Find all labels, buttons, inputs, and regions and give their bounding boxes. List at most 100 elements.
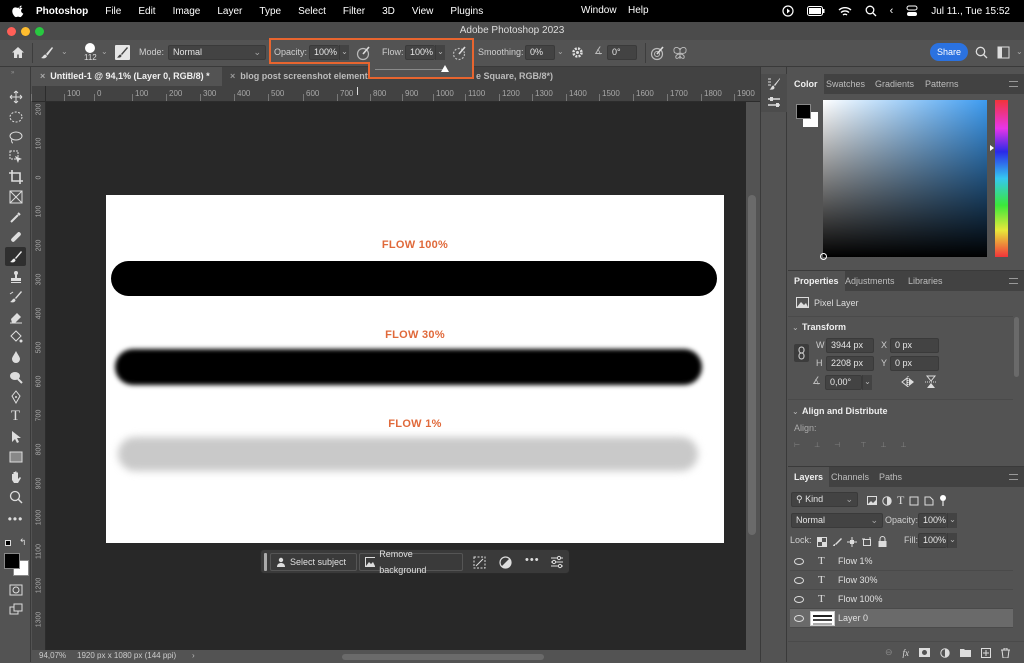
home-icon[interactable] xyxy=(11,46,25,59)
color-picker-cursor[interactable] xyxy=(820,253,827,260)
lock-transparent-icon[interactable] xyxy=(817,536,827,547)
brush-settings-panel-icon[interactable] xyxy=(767,77,781,90)
brush-tool-icon[interactable] xyxy=(40,46,54,60)
filter-smart-object-icon[interactable] xyxy=(924,496,934,506)
lock-pixels-icon[interactable] xyxy=(832,537,842,547)
brush-preview-icon[interactable] xyxy=(85,43,95,53)
flip-vertical-icon[interactable] xyxy=(925,375,937,389)
paint-bucket-tool[interactable] xyxy=(5,327,26,346)
gear-icon[interactable] xyxy=(571,46,584,59)
brush-size-value[interactable]: 112 xyxy=(84,53,97,62)
eyedropper-tool[interactable] xyxy=(5,207,26,226)
menu-edit[interactable]: Edit xyxy=(138,6,155,17)
menu-3d[interactable]: 3D xyxy=(382,6,395,17)
tab-color[interactable]: Color xyxy=(788,74,824,94)
foreground-color-chip[interactable] xyxy=(796,104,811,119)
status-expand-icon[interactable]: › xyxy=(192,650,195,662)
brush-angle-input[interactable]: 0° xyxy=(607,45,637,60)
workspace-icon[interactable] xyxy=(997,46,1010,59)
delete-layer-icon[interactable] xyxy=(1001,647,1010,658)
screen-mode-button[interactable] xyxy=(5,600,26,619)
tab-swatches[interactable]: Swatches xyxy=(820,74,871,94)
document-canvas[interactable]: FLOW 100% FLOW 30% FLOW 1% xyxy=(106,195,724,543)
menu-plugins[interactable]: Plugins xyxy=(450,6,483,17)
properties-scrollbar[interactable] xyxy=(1014,317,1019,377)
link-dimensions-button[interactable] xyxy=(794,344,809,362)
menu-filter[interactable]: Filter xyxy=(343,6,365,17)
layer-row-flow-30[interactable]: T Flow 30% xyxy=(790,571,1013,590)
more-options-icon[interactable]: ••• xyxy=(525,554,540,566)
fill-dropdown[interactable]: ⌄ xyxy=(947,533,957,548)
align-bottom-icon[interactable]: ⊥ xyxy=(901,441,907,449)
rotation-dropdown[interactable]: ⌄ xyxy=(862,375,872,390)
dodge-tool[interactable] xyxy=(5,367,26,386)
layer-row-layer-0[interactable]: Layer 0 xyxy=(790,609,1013,628)
document-info[interactable]: 1920 px x 1080 px (144 ppi) xyxy=(77,650,176,662)
lock-artboard-icon[interactable] xyxy=(862,536,873,547)
rotation-input[interactable]: 0,00° xyxy=(825,375,862,390)
new-group-icon[interactable] xyxy=(960,648,971,657)
lock-all-icon[interactable] xyxy=(878,536,887,547)
layer-filter-select[interactable]: ⚲ Kind ⌄ xyxy=(791,492,858,507)
history-brush-tool[interactable] xyxy=(5,287,26,306)
filter-pixel-icon[interactable] xyxy=(867,496,877,505)
minimize-window-button[interactable] xyxy=(21,27,30,36)
adjustment-icon[interactable] xyxy=(499,556,512,569)
hue-slider[interactable] xyxy=(995,100,1008,257)
tab-untitled-1[interactable]: × Untitled-1 @ 94,1% (Layer 0, RGB/8) * xyxy=(32,67,222,86)
hue-slider-marker[interactable] xyxy=(990,145,994,151)
menu-view[interactable]: View xyxy=(412,6,434,17)
healing-brush-tool[interactable] xyxy=(5,227,26,246)
mode-select[interactable]: Normal ⌄ xyxy=(168,45,266,60)
symmetry-butterfly-icon[interactable] xyxy=(672,45,688,61)
align-left-icon[interactable]: ⊢ xyxy=(794,441,800,449)
brush-picker-dropdown-icon[interactable]: ⌄ xyxy=(101,47,108,56)
smoothing-dropdown-icon[interactable]: ⌄ xyxy=(557,47,564,56)
transform-icon[interactable] xyxy=(473,556,486,569)
panel-menu-icon[interactable] xyxy=(1009,474,1018,480)
visibility-eye-icon[interactable] xyxy=(794,558,804,565)
align-top-icon[interactable]: ⊤ xyxy=(860,441,866,449)
link-layers-icon[interactable]: ⊖ xyxy=(885,647,893,658)
hand-tool[interactable] xyxy=(5,467,26,486)
menu-type[interactable]: Type xyxy=(259,6,281,17)
control-center-icon[interactable] xyxy=(906,5,918,17)
align-section-title[interactable]: Align and Distribute xyxy=(802,406,888,416)
layer-row-flow-100[interactable]: T Flow 100% xyxy=(790,590,1013,609)
search-icon[interactable] xyxy=(975,46,988,59)
tab-adjustments[interactable]: Adjustments xyxy=(839,271,901,291)
menu-window[interactable]: Window xyxy=(581,5,617,16)
filter-type-icon[interactable]: T xyxy=(897,493,904,508)
lock-position-icon[interactable] xyxy=(847,536,857,547)
drag-handle[interactable] xyxy=(264,553,267,571)
tool-preset-dropdown-icon[interactable]: ⌄ xyxy=(61,47,68,56)
align-hcenter-icon[interactable]: ⊥ xyxy=(814,441,820,449)
tab-square[interactable]: e Square, RGB/8*) xyxy=(472,67,582,86)
lasso-tool[interactable] xyxy=(5,127,26,146)
flip-horizontal-icon[interactable] xyxy=(901,376,915,388)
panel-menu-icon[interactable] xyxy=(1009,81,1018,87)
transform-collapse-icon[interactable]: ⌄ xyxy=(792,323,799,332)
panel-menu-icon[interactable] xyxy=(1009,278,1018,284)
default-colors-icon[interactable] xyxy=(5,540,11,546)
align-vcenter-icon[interactable]: ⊥ xyxy=(880,441,886,449)
close-tab-icon[interactable]: × xyxy=(230,71,235,81)
menu-select[interactable]: Select xyxy=(298,6,326,17)
filter-shape-icon[interactable] xyxy=(909,496,919,506)
foreground-color-swatch[interactable] xyxy=(4,553,20,569)
settings-sliders-icon[interactable] xyxy=(550,555,564,569)
select-subject-button[interactable]: Select subject xyxy=(270,553,357,571)
layer-opacity-dropdown[interactable]: ⌄ xyxy=(947,513,957,528)
filter-toggle-icon[interactable] xyxy=(939,494,947,507)
play-icon[interactable] xyxy=(781,5,794,17)
layer-row-flow-1[interactable]: T Flow 1% xyxy=(790,552,1013,571)
menu-layer[interactable]: Layer xyxy=(217,6,242,17)
crop-tool[interactable] xyxy=(5,167,26,186)
tab-properties[interactable]: Properties xyxy=(788,271,845,291)
more-tools[interactable]: ••• xyxy=(5,509,26,528)
workspace-dropdown-icon[interactable]: ⌄ xyxy=(1016,47,1023,56)
chevron-left-icon[interactable]: ‹ xyxy=(890,5,894,17)
brush-settings-toggle-icon[interactable] xyxy=(115,45,130,60)
adjustments-panel-icon[interactable] xyxy=(767,96,781,108)
new-adjustment-layer-icon[interactable] xyxy=(940,647,950,658)
